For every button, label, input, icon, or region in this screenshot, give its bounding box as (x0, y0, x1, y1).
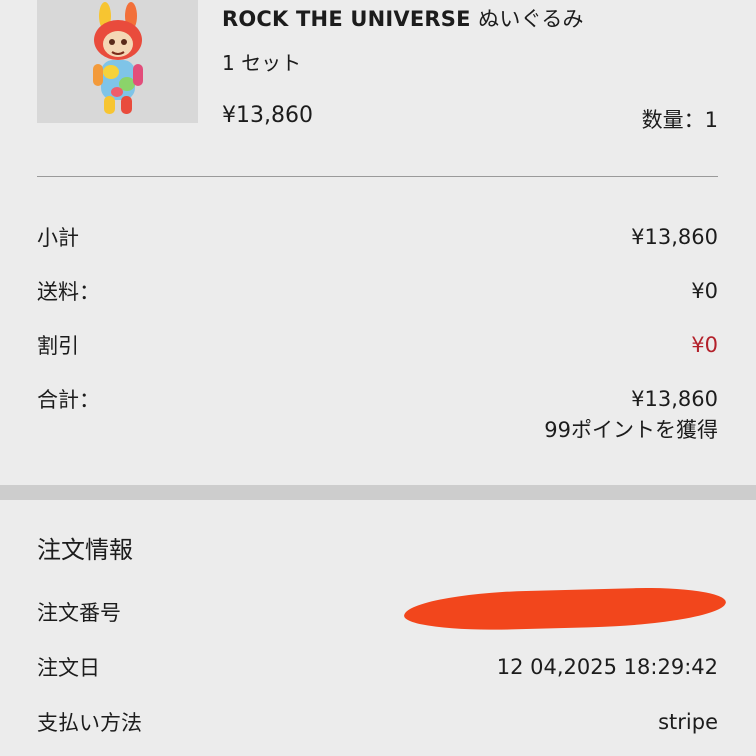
shipping-value: ¥0 (691, 279, 718, 303)
product-title[interactable]: ROCK THE UNIVERSE ぬいぐるみ (222, 3, 584, 33)
order-date-value: 12 04,2025 18:29:42 (496, 654, 718, 679)
order-number-label: 注文番号 (37, 600, 121, 625)
payment-method-value: stripe (658, 709, 718, 734)
section-separator (0, 485, 756, 500)
payment-method-row: 支払い方法 stripe (37, 694, 718, 749)
divider (37, 176, 718, 177)
points-earned: 99ポイントを獲得 (544, 418, 718, 442)
shipping-row: 送料： ¥0 (37, 264, 718, 318)
total-label: 合計： (37, 388, 100, 412)
order-info-section: 注文情報 注文番号 注文日 12 04,2025 18:29:42 支払い方法 … (37, 530, 727, 749)
product-variant: 1 セット (222, 51, 302, 75)
order-date-row: 注文日 12 04,2025 18:29:42 (37, 639, 718, 694)
total-value: ¥13,860 (631, 387, 718, 411)
product-image[interactable] (37, 0, 198, 123)
payment-method-label: 支払い方法 (37, 710, 142, 735)
order-date-label: 注文日 (37, 655, 100, 680)
product-card[interactable]: ROCK THE UNIVERSE ぬいぐるみ 1 セット ¥13,860 数量… (0, 0, 756, 178)
discount-row: 割引 ¥0 (37, 318, 718, 372)
price-summary: 小計 ¥13,860 送料： ¥0 割引 ¥0 合計： ¥13,860 99ポイ… (37, 210, 718, 444)
subtotal-label: 小計 (37, 226, 79, 250)
product-price: ¥13,860 (222, 103, 313, 128)
product-quantity: 数量：1 (641, 108, 718, 132)
shipping-label: 送料： (37, 280, 100, 304)
discount-value: ¥0 (691, 333, 718, 357)
order-info-heading: 注文情報 (37, 536, 133, 564)
subtotal-value: ¥13,860 (631, 225, 718, 249)
subtotal-row: 小計 ¥13,860 (37, 210, 718, 264)
plush-toy-image-icon (93, 2, 143, 114)
discount-label: 割引 (37, 334, 79, 358)
